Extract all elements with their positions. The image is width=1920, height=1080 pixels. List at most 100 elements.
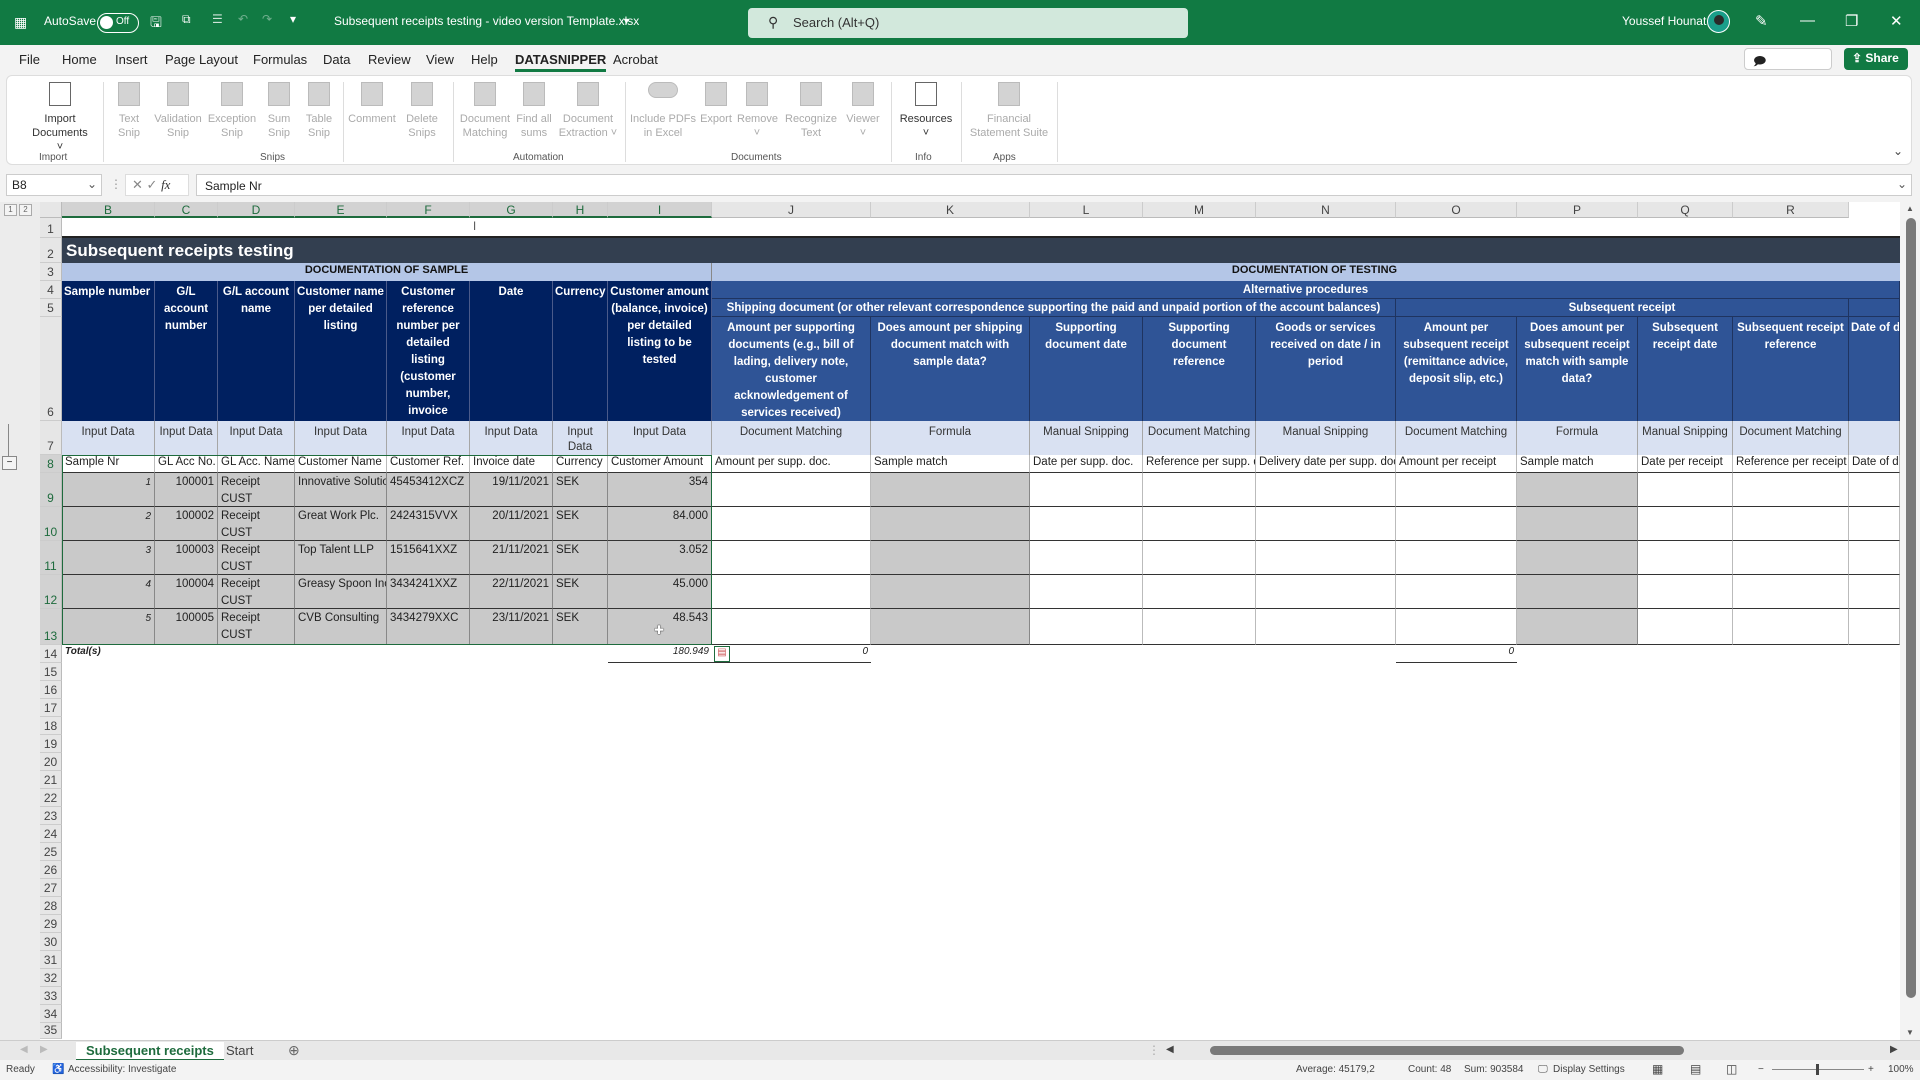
cell-empty[interactable]: [1143, 609, 1256, 645]
horizontal-scrollbar[interactable]: [1210, 1046, 1684, 1055]
cell-customer[interactable]: Top Talent LLP: [295, 541, 387, 575]
recognize-text-button[interactable]: Recognize Text: [783, 82, 839, 140]
cell-cur[interactable]: SEK: [553, 473, 608, 507]
financial-statement-suite-button[interactable]: Financial Statement Suite: [965, 82, 1053, 140]
row-header-23[interactable]: 23: [40, 807, 62, 825]
field-label[interactable]: Delivery date per supp. doc.: [1256, 455, 1396, 473]
remove-button[interactable]: Remove ˅: [737, 82, 778, 140]
collapse-group-button[interactable]: −: [2, 456, 17, 470]
column-header-k[interactable]: K: [871, 202, 1030, 218]
scroll-up-icon[interactable]: ▲: [1906, 204, 1914, 213]
cell-nr[interactable]: 4: [62, 575, 155, 609]
cell-empty[interactable]: [1256, 541, 1396, 575]
row-header-5[interactable]: 5: [40, 299, 62, 317]
column-header-j[interactable]: J: [712, 202, 871, 218]
share-button[interactable]: ⇪ Share: [1844, 48, 1908, 70]
accessibility-status[interactable]: Accessibility: Investigate: [68, 1064, 176, 1075]
next-sheet-icon[interactable]: ▶: [40, 1044, 48, 1055]
row-header-8[interactable]: 8: [40, 455, 62, 473]
cell-customer[interactable]: Great Work Plc.: [295, 507, 387, 541]
cell-ref[interactable]: 3434279XXC: [387, 609, 470, 645]
scroll-down-icon[interactable]: ▼: [1906, 1028, 1914, 1037]
page-layout-view-icon[interactable]: ▤: [1690, 1062, 1701, 1076]
import-documents-button[interactable]: Import Documents ˅: [29, 82, 91, 154]
document-matching-button[interactable]: Document Matching: [457, 82, 513, 140]
cell-empty[interactable]: [1256, 507, 1396, 541]
viewer-button[interactable]: Viewer ˅: [843, 82, 883, 140]
cell-ref[interactable]: 3434241XXZ: [387, 575, 470, 609]
tab-formulas[interactable]: Formulas: [253, 52, 307, 67]
normal-view-icon[interactable]: ▦: [1652, 1062, 1663, 1076]
touch-mode-icon[interactable]: ☰: [212, 12, 223, 26]
tab-datasnipper[interactable]: DATASNIPPER: [515, 52, 607, 72]
undo-icon[interactable]: ↶: [238, 12, 248, 26]
redo-icon[interactable]: ↷: [262, 12, 272, 26]
cell-empty[interactable]: [712, 541, 871, 575]
cell-empty[interactable]: [871, 541, 1030, 575]
row-header-28[interactable]: 28: [40, 897, 62, 915]
cell-empty[interactable]: [1517, 575, 1638, 609]
tab-page-layout[interactable]: Page Layout: [165, 52, 238, 67]
cell-empty[interactable]: [1030, 609, 1143, 645]
avatar[interactable]: [1707, 10, 1730, 33]
row-header-29[interactable]: 29: [40, 915, 62, 933]
sheet-title[interactable]: Subsequent receipts testing: [62, 238, 1900, 263]
column-header-h[interactable]: H: [553, 202, 608, 218]
field-label[interactable]: Customer Amount: [608, 455, 712, 473]
include-pdfs-toggle[interactable]: Include PDFs in Excel: [629, 82, 697, 140]
row-header-16[interactable]: 16: [40, 681, 62, 699]
cell-cur[interactable]: SEK: [553, 575, 608, 609]
row-header-25[interactable]: 25: [40, 843, 62, 861]
row-header-34[interactable]: 34: [40, 1005, 62, 1023]
cell-date[interactable]: 19/11/2021: [470, 473, 553, 507]
cell-empty[interactable]: [1256, 609, 1396, 645]
cell-gl[interactable]: 100002: [155, 507, 218, 541]
pen-icon[interactable]: ✎: [1755, 12, 1768, 30]
row-header-18[interactable]: 18: [40, 717, 62, 735]
comment-button[interactable]: Comment: [347, 82, 397, 126]
field-label[interactable]: Reference per supp. doc.: [1143, 455, 1256, 473]
cell-empty[interactable]: [1030, 575, 1143, 609]
row-header-1[interactable]: 1: [40, 218, 62, 238]
document-extraction-button[interactable]: Document Extraction ˅: [555, 82, 621, 140]
row-1[interactable]: [62, 218, 1900, 238]
row-header-2[interactable]: 2: [40, 238, 62, 263]
cell-empty[interactable]: [1517, 609, 1638, 645]
save-icon[interactable]: 🖫: [150, 12, 162, 36]
column-header-i[interactable]: I: [608, 202, 712, 218]
field-label[interactable]: Currency: [553, 455, 608, 473]
cell-name[interactable]: Receipt CUST 5645264: [218, 575, 295, 609]
field-label[interactable]: Invoice date: [470, 455, 553, 473]
minimize-icon[interactable]: —: [1800, 12, 1815, 29]
export-button[interactable]: Export: [699, 82, 733, 126]
column-header-l[interactable]: L: [1030, 202, 1143, 218]
cell-empty[interactable]: [1396, 609, 1517, 645]
row-header-13[interactable]: 13: [40, 609, 62, 645]
field-label[interactable]: Sample match: [871, 455, 1030, 473]
cell-empty[interactable]: [712, 507, 871, 541]
row-header-7[interactable]: 7: [40, 421, 62, 455]
column-header-b[interactable]: B: [62, 202, 155, 218]
cell-nr[interactable]: 5: [62, 609, 155, 645]
cell-nr[interactable]: 1: [62, 473, 155, 507]
sheet-tab-subsequent-receipts[interactable]: Subsequent receipts: [76, 1042, 224, 1061]
comments-button[interactable]: 🗩 Comments: [1744, 48, 1832, 87]
column-header-o[interactable]: O: [1396, 202, 1517, 218]
cell-empty[interactable]: [1517, 507, 1638, 541]
row-header-33[interactable]: 33: [40, 987, 62, 1005]
row-header-19[interactable]: 19: [40, 735, 62, 753]
column-header-n[interactable]: N: [1256, 202, 1396, 218]
cell-date[interactable]: 21/11/2021: [470, 541, 553, 575]
cell-empty[interactable]: [1733, 541, 1849, 575]
cell-name[interactable]: Receipt CUST 5645296: [218, 609, 295, 645]
cell-empty[interactable]: [1733, 507, 1849, 541]
row-header-26[interactable]: 26: [40, 861, 62, 879]
prev-sheet-icon[interactable]: ◀: [20, 1044, 28, 1055]
field-label[interactable]: Reference per receipt: [1733, 455, 1849, 473]
cell-empty[interactable]: [1396, 541, 1517, 575]
cell-gl[interactable]: 100003: [155, 541, 218, 575]
cell-empty[interactable]: [1396, 575, 1517, 609]
field-label[interactable]: Amount per supp. doc.: [712, 455, 871, 473]
formula-input[interactable]: Sample Nr ⌄: [196, 174, 1912, 196]
cell-empty[interactable]: [1849, 609, 1900, 645]
